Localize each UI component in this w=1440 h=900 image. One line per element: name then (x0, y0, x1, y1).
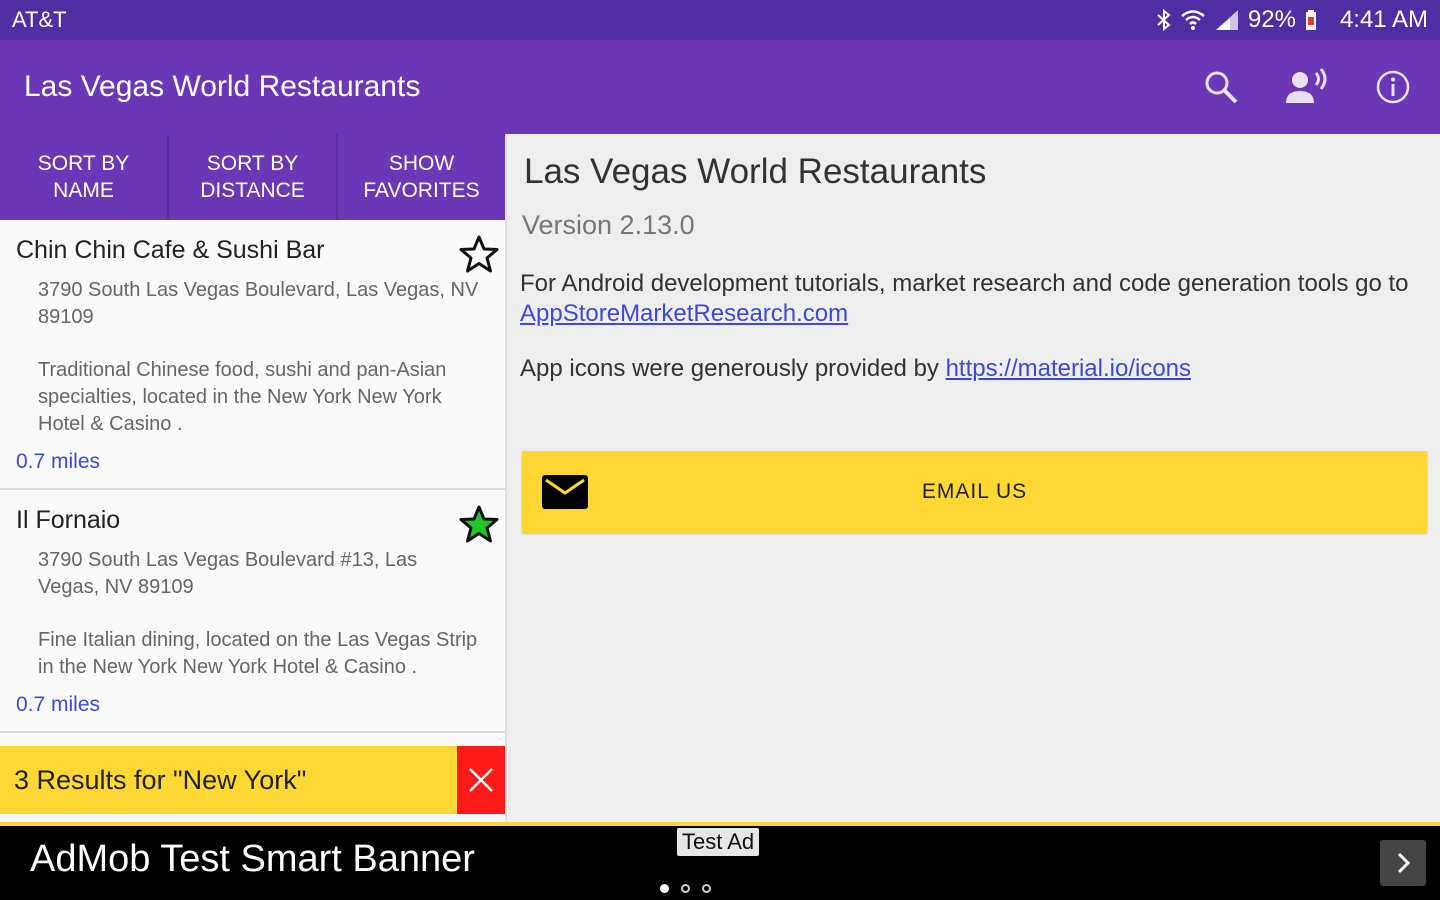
about-panel: Las Vegas World Restaurants Version 2.13… (508, 134, 1440, 826)
email-icon (542, 475, 588, 509)
app-bar-actions (1198, 64, 1416, 110)
battery-icon (1305, 10, 1316, 30)
ad-page-indicator (660, 884, 711, 893)
about-title: Las Vegas World Restaurants (524, 152, 987, 191)
voice-search-icon (1286, 68, 1327, 103)
info-icon (1376, 70, 1410, 104)
search-icon (1205, 71, 1238, 104)
chevron-right-icon (1397, 852, 1411, 874)
battery-percent: 92% (1247, 6, 1296, 33)
results-count-label: 3 Results for "New York" (14, 764, 307, 795)
info-button[interactable] (1370, 64, 1416, 110)
list-item[interactable]: Chin Chin Cafe & Sushi Bar 3790 South La… (0, 220, 505, 490)
page-dot (660, 884, 669, 893)
voice-search-button[interactable] (1284, 64, 1330, 110)
appstore-market-research-link[interactable]: AppStoreMarketResearch.com (520, 300, 848, 327)
clock: 4:41 AM (1339, 6, 1428, 33)
status-icons: 92% 4:41 AM (1156, 6, 1428, 34)
bluetooth-icon (1157, 9, 1171, 31)
search-button[interactable] (1198, 64, 1244, 110)
app-title: Las Vegas World Restaurants (24, 70, 421, 103)
ad-next-button[interactable] (1380, 840, 1426, 886)
app-version: Version 2.13.0 (522, 210, 695, 240)
restaurant-address: 3790 South Las Vegas Boulevard #13, Las … (38, 549, 418, 598)
email-us-button[interactable]: EMAIL US (522, 451, 1427, 533)
material-icons-link[interactable]: https://material.io/icons (946, 355, 1191, 382)
restaurant-name: Chin Chin Cafe & Sushi Bar (16, 236, 325, 264)
email-us-label: EMAIL US (921, 480, 1028, 503)
ad-text: AdMob Test Smart Banner (30, 838, 475, 880)
restaurant-list-panel: SORT BY NAME SORT BY DISTANCE SHOW FAVOR… (0, 134, 507, 826)
tab-sort-by-name[interactable]: SORT BY NAME (0, 134, 169, 220)
carrier-label: AT&T (12, 7, 67, 32)
restaurant-name: Il Fornaio (16, 506, 121, 534)
restaurant-address: 3790 South Las Vegas Boulevard, Las Vega… (38, 279, 479, 328)
tab-show-favorites[interactable]: SHOW FAVORITES (338, 134, 505, 220)
app-bar: Las Vegas World Restaurants (0, 40, 1440, 134)
page-dot (681, 884, 690, 893)
tutorials-text: For Android development tutorials, marke… (520, 270, 1409, 327)
icons-credit-text: App icons were generously provided by ht… (520, 355, 1192, 382)
status-bar: AT&T 92% 4:41 AM (0, 0, 1440, 40)
sort-tabs: SORT BY NAME SORT BY DISTANCE SHOW FAVOR… (0, 134, 505, 220)
test-ad-badge: Test Ad (677, 828, 760, 856)
favorite-star-icon[interactable] (459, 234, 499, 274)
restaurant-distance: 0.7 miles (16, 693, 101, 716)
restaurant-distance: 0.7 miles (16, 450, 101, 473)
favorite-star-icon[interactable] (459, 504, 499, 544)
restaurant-description: Fine Italian dining, located on the Las … (38, 629, 478, 678)
ad-banner[interactable]: AdMob Test Smart Banner Test Ad (0, 826, 1440, 900)
restaurant-description: Traditional Chinese food, sushi and pan-… (38, 359, 447, 435)
restaurant-list[interactable]: Chin Chin Cafe & Sushi Bar 3790 South La… (0, 220, 505, 747)
page-dot (702, 884, 711, 893)
close-icon (469, 768, 493, 792)
list-item[interactable]: Il Fornaio 3790 South Las Vegas Boulevar… (0, 490, 505, 733)
wifi-icon (1181, 10, 1205, 30)
tab-sort-by-distance[interactable]: SORT BY DISTANCE (169, 134, 338, 220)
search-results-bar: 3 Results for "New York" (0, 746, 505, 814)
clear-search-button[interactable] (457, 746, 505, 814)
signal-icon (1215, 10, 1238, 30)
